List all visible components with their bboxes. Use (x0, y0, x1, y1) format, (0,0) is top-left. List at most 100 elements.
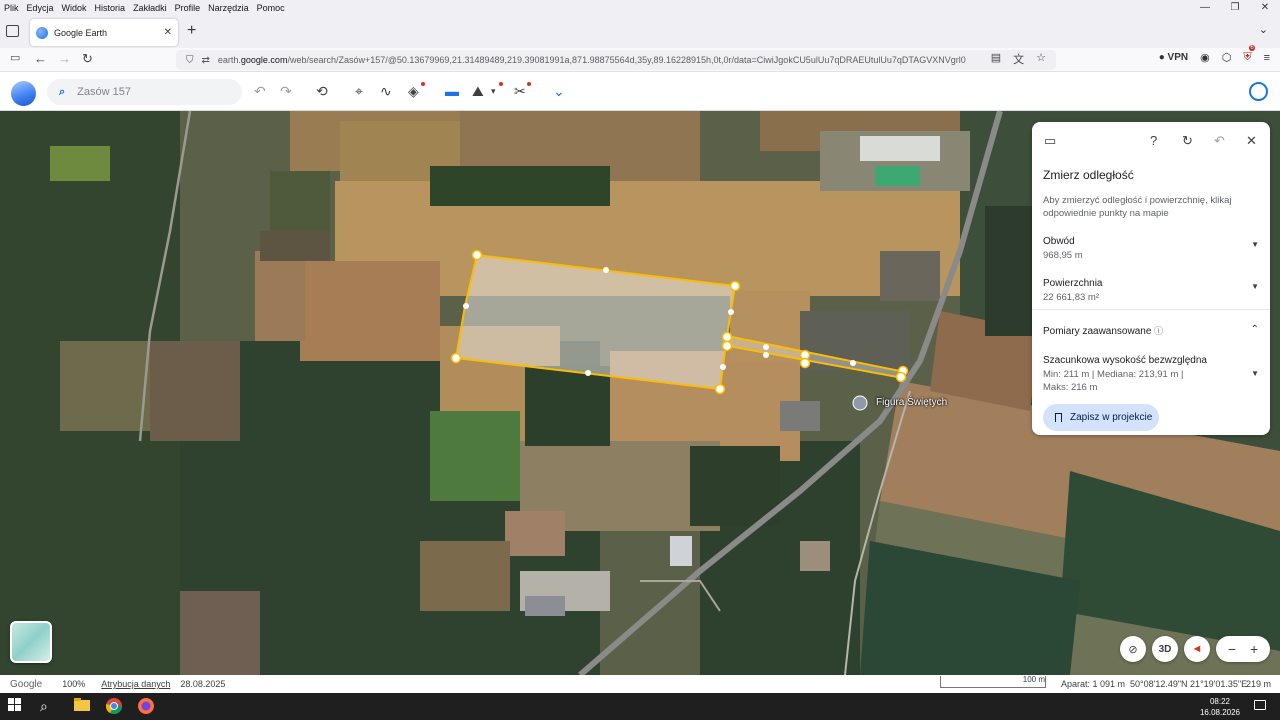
ruler-panel-icon: ▭ (1044, 133, 1057, 148)
tilt-icon[interactable]: ⊘ (1120, 636, 1146, 662)
back-icon[interactable]: ← (34, 51, 47, 66)
altitude-dropdown-icon[interactable]: ▼ (1251, 369, 1259, 378)
forward-icon[interactable]: → (58, 51, 71, 66)
close-tab-icon[interactable]: ✕ (164, 27, 172, 38)
zoom-level: 100% (62, 679, 86, 689)
firefox-icon[interactable] (138, 698, 156, 716)
help-icon[interactable]: ? (1150, 133, 1157, 148)
notifications-icon[interactable] (1254, 700, 1266, 710)
menu-tools[interactable]: Narzędzia (204, 3, 253, 13)
reset-icon[interactable]: ↻ (1182, 133, 1193, 149)
shield-icon[interactable]: ⛉ (186, 55, 194, 66)
list-tabs-icon[interactable] (6, 25, 19, 37)
panel-divider (1032, 309, 1270, 310)
minimize-icon[interactable]: — (1190, 0, 1220, 16)
bookmark-icon (1055, 413, 1062, 422)
perimeter-row[interactable]: Obwód 968,95 m ▼ (1043, 236, 1259, 262)
file-explorer-icon[interactable] (74, 698, 92, 716)
url-text[interactable]: earth.google.com/web/search/Zasów+157/@5… (218, 55, 978, 65)
menu-edit[interactable]: Edycja (23, 3, 58, 13)
zoom-out-icon[interactable]: − (1228, 641, 1236, 657)
extension-badge: 6 (1249, 45, 1255, 51)
restore-icon[interactable]: ❐ (1220, 0, 1250, 16)
close-window-icon[interactable]: ✕ (1250, 0, 1280, 16)
perimeter-value: 968,95 m (1043, 250, 1083, 261)
menu-profiles[interactable]: Profile (171, 3, 205, 13)
add-path-icon[interactable]: ∿ (380, 83, 392, 100)
app-menu-icon[interactable]: ≡ (1264, 52, 1270, 64)
reader-view-icon[interactable]: ▤ (991, 51, 1001, 67)
extensions-icon[interactable]: ⬡ (1222, 51, 1232, 64)
perimeter-dropdown-icon[interactable]: ▼ (1251, 240, 1259, 249)
menu-bookmarks[interactable]: Zakładki (129, 3, 171, 13)
expand-toolbar-icon[interactable]: ⌄ (553, 83, 565, 100)
tab-overflow-chevron-icon[interactable]: ⌄ (1259, 23, 1268, 36)
menu-help[interactable]: Pomoc (253, 3, 289, 13)
advanced-row[interactable]: Pomiary zaawansowane ⓘ ⌃ (1043, 324, 1259, 337)
panel-description: Aby zmierzyć odległość i powierzchnię, k… (1043, 195, 1232, 219)
redo-icon[interactable]: ↷ (280, 83, 292, 100)
google-earth-logo[interactable] (11, 81, 36, 106)
menu-bar: Plik Edycja Widok Historia Zakładki Prof… (0, 0, 1280, 16)
undo-point-icon[interactable]: ↶ (1214, 133, 1225, 149)
earth-toolbar: ⌕ Zasów 157 ↶ ↷ ⟲ ⌖ ∿ ◈ ▬ ⛰ ▾ ✂ ⌄ (0, 73, 1280, 111)
clock-date: 16.08.2026 (1199, 708, 1240, 717)
translate-icon[interactable]: 文 (1013, 51, 1024, 67)
earth-favicon-icon (36, 26, 48, 39)
tab-bar: Google Earth ✕ + ⌄ (0, 16, 1280, 48)
reload-icon[interactable]: ↻ (82, 51, 93, 67)
area-row[interactable]: Powierzchnia 22 661,83 m² ▼ (1043, 278, 1259, 304)
three-d-button[interactable]: 3D (1152, 636, 1178, 662)
close-panel-icon[interactable]: ✕ (1246, 133, 1257, 149)
save-button-label: Zapisz w projekcie (1070, 412, 1153, 423)
chrome-icon[interactable] (105, 698, 124, 716)
data-attribution-link[interactable]: Atrybucja danych (101, 679, 170, 689)
account-icon[interactable] (1249, 82, 1268, 101)
zoom-in-icon[interactable]: + (1250, 641, 1258, 657)
sidebar-toggle-icon[interactable]: ▭ (10, 51, 20, 64)
taskbar-clock[interactable]: 08:22 16.08.2026 (1200, 696, 1240, 718)
project-dropdown-icon[interactable]: ▾ (491, 86, 496, 97)
menu-view[interactable]: Widok (58, 3, 91, 13)
elevation: 219 m (1246, 679, 1272, 689)
url-bar[interactable]: ⛉ ⇄ earth.google.com/web/search/Zasów+15… (176, 50, 1056, 70)
coordinates: 50°08'12.49"N 21°19'01.35"E (1130, 679, 1248, 689)
advanced-collapse-icon[interactable]: ⌃ (1251, 324, 1259, 335)
window-controls: — ❐ ✕ (1190, 0, 1280, 16)
area-dropdown-icon[interactable]: ▼ (1251, 282, 1259, 291)
undo-icon[interactable]: ↶ (254, 83, 266, 100)
search-input[interactable]: Zasów 157 (77, 86, 131, 98)
taskbar-search-icon[interactable]: ⌕ (40, 698, 58, 716)
panel-title: Zmierz odległość (1043, 168, 1134, 182)
taskbar: ⌕ 08:22 16.08.2026 (0, 693, 1280, 720)
altitude-label: Szacunkowa wysokość bezwzględna (1043, 355, 1207, 366)
new-tab-icon[interactable]: + (187, 22, 196, 40)
save-to-project-button[interactable]: Zapisz w projekcie (1043, 404, 1159, 431)
project-icon[interactable]: ⛰ (472, 83, 484, 100)
search-icon[interactable]: ⌕ (59, 86, 65, 99)
windows-start-icon[interactable] (8, 698, 26, 716)
area-label: Powierzchnia (1043, 278, 1103, 289)
info-icon[interactable]: ⓘ (1154, 326, 1163, 336)
search-box[interactable]: ⌕ Zasów 157 (47, 79, 242, 105)
bookmark-star-icon[interactable]: ☆ (1036, 51, 1046, 67)
map-style-button[interactable] (10, 621, 52, 663)
account-circle-icon[interactable]: ◉ (1200, 51, 1210, 64)
place-label-figura[interactable]: Figura Świętych (876, 397, 947, 408)
tools-icon[interactable]: ✂ (514, 83, 526, 100)
menu-file[interactable]: Plik (0, 3, 23, 13)
menu-history[interactable]: Historia (91, 3, 130, 13)
history-icon[interactable]: ⟲ (316, 83, 328, 100)
vpn-button[interactable]: ● VPN (1159, 52, 1188, 63)
shield-extension-icon[interactable]: ⛨ 6 (1243, 45, 1255, 64)
compass-icon[interactable]: ◄ (1184, 636, 1210, 662)
ruler-icon[interactable]: ▬ (445, 83, 459, 99)
layers-icon[interactable]: ◈ (408, 83, 419, 100)
tab-google-earth[interactable]: Google Earth ✕ (30, 19, 178, 46)
add-placemark-icon[interactable]: ⌖ (355, 83, 363, 100)
altitude-row[interactable]: Szacunkowa wysokość bezwzględna Min: 211… (1043, 355, 1259, 394)
advanced-label: Pomiary zaawansowane ⓘ (1043, 326, 1164, 337)
project-notification-dot (499, 82, 503, 86)
permissions-icon[interactable]: ⇄ (202, 55, 210, 66)
perimeter-label: Obwód (1043, 236, 1075, 247)
